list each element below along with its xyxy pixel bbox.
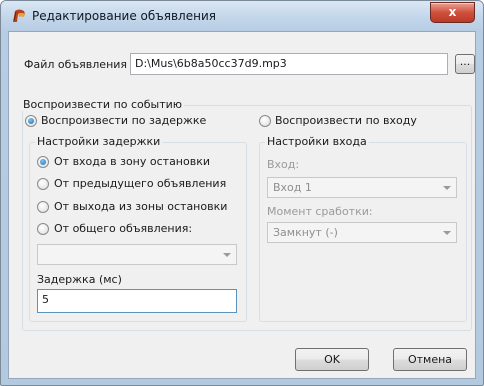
chevron-down-icon (443, 186, 451, 190)
dialog-body: Файл объявления D:\Mus\6b8a50cc37d9.mp3 … (8, 31, 476, 379)
play-by-delay-label[interactable]: Воспроизвести по задержке (41, 114, 206, 127)
input-select-value: Вход 1 (273, 181, 312, 194)
common-announcement-select[interactable] (37, 244, 237, 265)
delay-from-previous-radio[interactable] (37, 178, 49, 190)
delay-from-common-radio[interactable] (37, 223, 49, 235)
delay-from-stop-entry-radio[interactable] (37, 156, 49, 168)
app-icon (13, 9, 25, 22)
chevron-down-icon (443, 231, 451, 235)
title-bar[interactable]: Редактирование объявления x (1, 1, 483, 31)
close-button[interactable]: x (430, 2, 475, 23)
play-by-delay-radio[interactable] (25, 115, 37, 127)
trigger-moment-label: Момент сработки: (267, 205, 373, 218)
window-title: Редактирование объявления (32, 9, 216, 23)
delay-from-previous-label[interactable]: От предыдущего объявления (54, 177, 226, 190)
cancel-button[interactable]: Отмена (393, 348, 467, 371)
trigger-moment-value: Замкнут (-) (273, 226, 338, 239)
dialog-window: Редактирование объявления x Файл объявле… (0, 0, 484, 386)
delay-from-stop-entry-label[interactable]: От входа в зону остановки (54, 155, 210, 168)
play-by-input-radio[interactable] (259, 115, 271, 127)
input-label: Вход: (267, 158, 300, 171)
delay-settings-title: Настройки задержки (35, 135, 163, 148)
file-label: Файл объявления (24, 58, 128, 71)
delay-from-stop-exit-radio[interactable] (37, 201, 49, 213)
file-path-input[interactable]: D:\Mus\6b8a50cc37d9.mp3 (130, 53, 448, 75)
delay-from-common-label[interactable]: От общего объявления: (54, 222, 192, 235)
play-by-input-label[interactable]: Воспроизвести по входу (275, 114, 417, 127)
input-settings-title: Настройки входа (265, 135, 369, 148)
input-select[interactable]: Вход 1 (267, 177, 457, 198)
delay-ms-input[interactable]: 5 (37, 289, 237, 313)
delay-from-stop-exit-label[interactable]: От выхода из зоны остановки (54, 200, 227, 213)
ok-button[interactable]: OK (295, 348, 369, 371)
trigger-moment-select[interactable]: Замкнут (-) (267, 222, 457, 243)
chevron-down-icon (223, 253, 231, 257)
browse-button[interactable]: ... (455, 54, 475, 74)
event-group-title: Воспроизвести по событию (21, 98, 185, 111)
delay-ms-label: Задержка (мс) (37, 273, 122, 286)
